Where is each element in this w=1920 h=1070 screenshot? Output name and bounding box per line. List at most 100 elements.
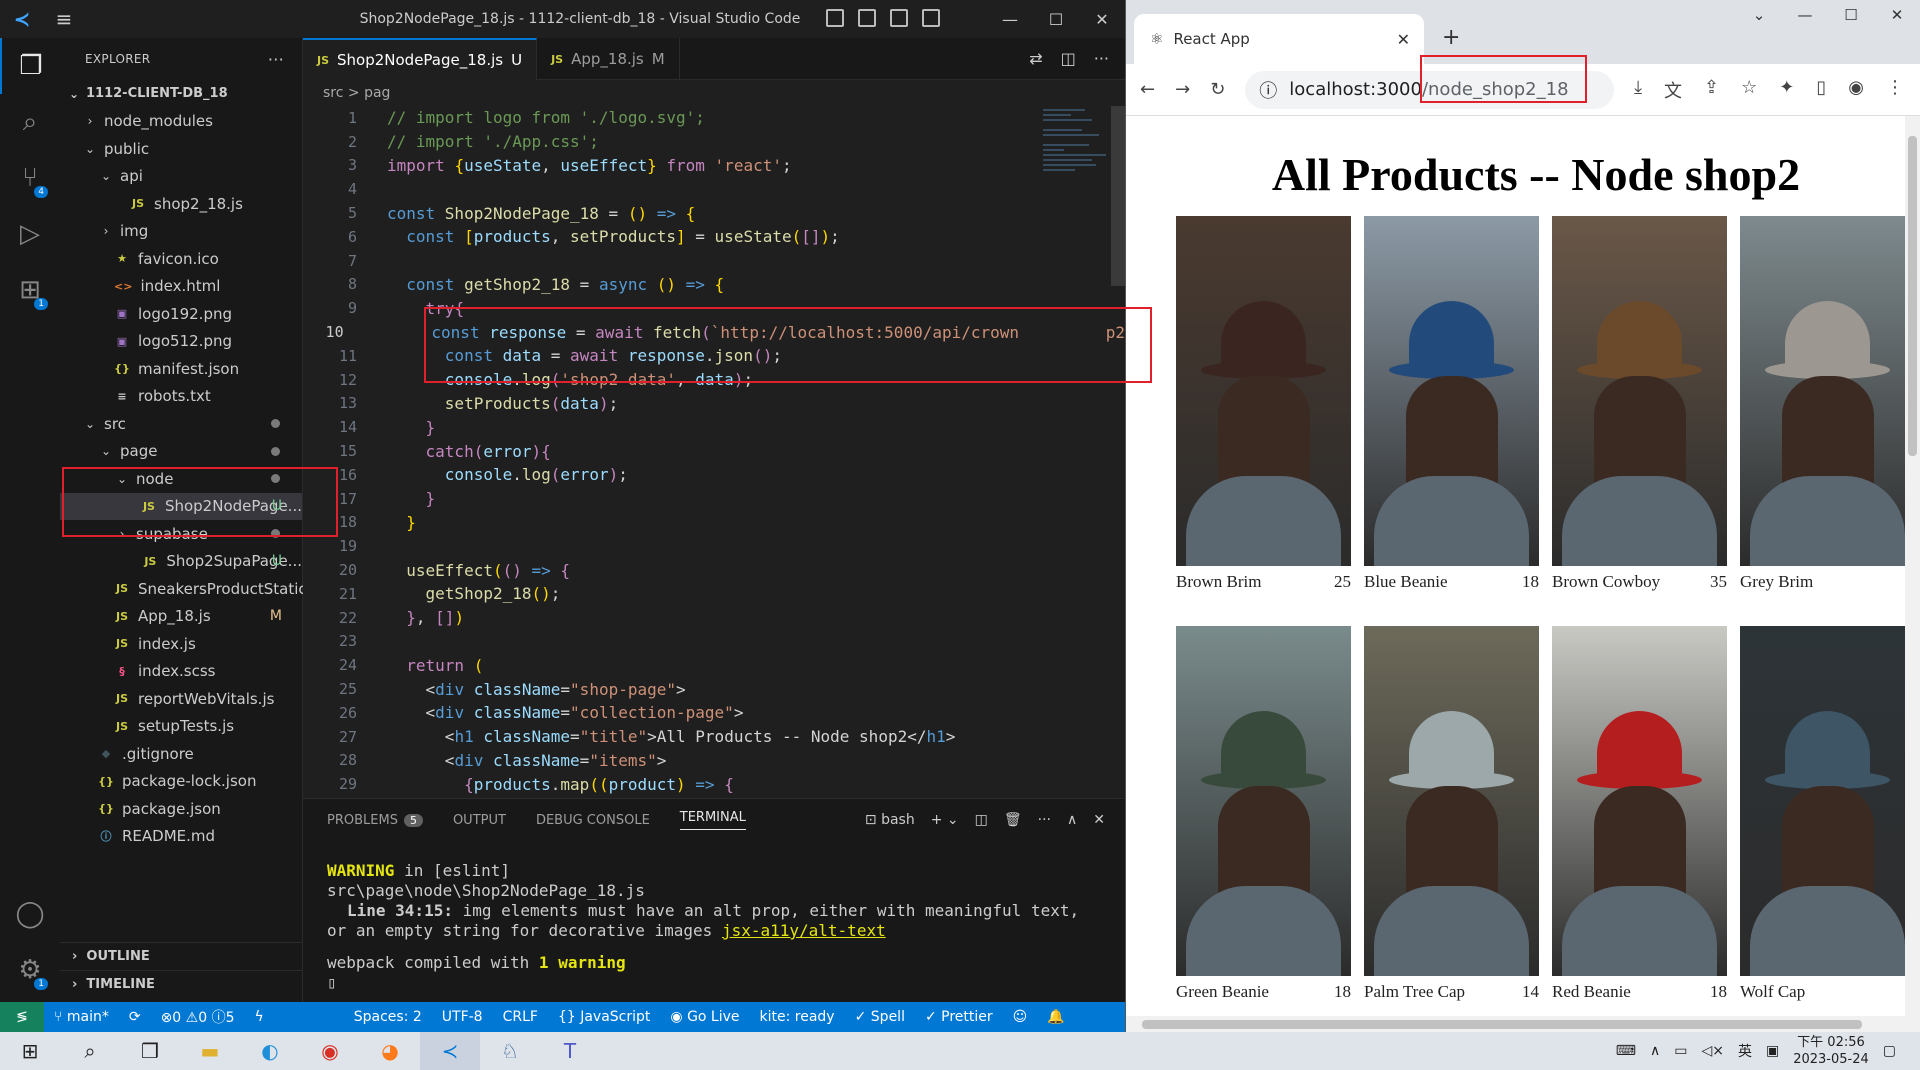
minimize-icon[interactable]: — — [1782, 6, 1828, 24]
tree-item[interactable]: ⌄ public — [60, 135, 302, 163]
tab-terminal[interactable]: TERMINAL — [679, 810, 746, 830]
tab-output[interactable]: OUTPUT — [453, 813, 506, 828]
tree-item[interactable]: JS Shop2SupaPage... U — [60, 548, 302, 576]
language-status[interactable]: {} JavaScript — [548, 1009, 660, 1025]
tree-item[interactable]: ⌄ api — [60, 163, 302, 191]
page-scrollbar[interactable] — [1905, 116, 1920, 1016]
kite-status[interactable]: kite: ready — [750, 1009, 845, 1025]
tree-item[interactable]: ◆ .gitignore — [60, 740, 302, 768]
code-editor[interactable]: 1 // import logo from './logo.svg'; 2 // im… — [303, 106, 1125, 798]
maximize-icon[interactable]: ☐ — [1828, 6, 1874, 24]
tree-item[interactable]: ⌄ src — [60, 410, 302, 438]
tree-item[interactable]: JS setupTests.js — [60, 713, 302, 741]
hamburger-menu-icon[interactable]: ≡ — [44, 7, 84, 31]
tab-debug-console[interactable]: DEBUG CONSOLE — [536, 813, 650, 828]
task-view-icon[interactable]: ❒ — [120, 1032, 180, 1070]
clock[interactable]: 下午 02:56 2023-05-24 — [1793, 1034, 1869, 1068]
spell-status[interactable]: ✓ Spell — [845, 1009, 915, 1025]
remote-icon[interactable]: ≶ — [0, 1002, 44, 1032]
tree-item[interactable]: § index.scss — [60, 658, 302, 686]
split-editor-icon[interactable]: ◫ — [1061, 49, 1076, 68]
prettier-status[interactable]: ✓ Prettier — [915, 1009, 1003, 1025]
browser-tab[interactable]: ⚛ React App ✕ — [1134, 14, 1424, 64]
product-card[interactable]: Blue Beanie 18 — [1364, 216, 1539, 596]
root-folder[interactable]: ⌄ 1112-CLIENT-DB_18 — [60, 80, 302, 108]
notifications-icon[interactable]: 🔔 — [1037, 1009, 1074, 1025]
translate-icon[interactable]: 文 — [1664, 77, 1682, 103]
volume-icon[interactable]: ◁× — [1701, 1043, 1724, 1059]
product-card[interactable]: Palm Tree Cap 14 — [1364, 626, 1539, 1006]
close-icon[interactable]: ✕ — [1874, 6, 1920, 24]
maximize-panel-icon[interactable]: ∧ — [1067, 812, 1077, 828]
outline-section[interactable]: › OUTLINE — [60, 942, 303, 970]
tree-item[interactable]: › node_modules — [60, 108, 302, 136]
search-icon[interactable]: ⌕ — [0, 94, 60, 150]
page-hscrollbar[interactable] — [1126, 1016, 1920, 1032]
tab-shop2nodepage[interactable]: JS Shop2NodePage_18.js U — [303, 38, 538, 80]
split-terminal-icon[interactable]: ◫ — [975, 812, 988, 828]
tab-search-icon[interactable]: ⌄ — [1736, 6, 1782, 24]
notification-center-icon[interactable]: ▢ — [1883, 1043, 1896, 1059]
toggle-secondary-sidebar-icon[interactable] — [890, 9, 908, 27]
spaces-status[interactable]: Spaces: 2 — [344, 1009, 432, 1025]
run-debug-icon[interactable]: ▷ — [0, 206, 60, 262]
editor-scrollbar[interactable] — [1111, 106, 1125, 286]
search-icon[interactable]: ⌕ — [60, 1032, 120, 1070]
menu-kebab-icon[interactable]: ⋮ — [1886, 77, 1904, 103]
encoding-status[interactable]: UTF-8 — [432, 1009, 493, 1025]
product-card[interactable]: Red Beanie 18 — [1552, 626, 1727, 1006]
profile-avatar[interactable]: ◉ — [1848, 77, 1864, 103]
minimize-icon[interactable]: — — [987, 0, 1033, 38]
terminal-output[interactable]: WARNING in [eslint] src\page\node\Shop2N… — [303, 841, 1125, 1013]
share-icon[interactable]: ⇪ — [1704, 77, 1719, 103]
product-card[interactable]: Wolf Cap — [1740, 626, 1906, 1006]
side-panel-icon[interactable]: ▯ — [1816, 77, 1826, 103]
tree-item[interactable]: JS SneakersProductStaticP... — [60, 575, 328, 603]
kill-terminal-icon[interactable]: 🗑 — [1004, 812, 1022, 828]
tree-item[interactable]: ▣ logo512.png — [60, 328, 302, 356]
customize-layout-icon[interactable] — [922, 9, 940, 27]
maximize-icon[interactable]: ☐ — [1033, 0, 1079, 38]
keyboard-icon[interactable]: ⌨ — [1616, 1043, 1636, 1059]
eslint-rule-link[interactable]: jsx-a11y/alt-text — [722, 921, 886, 940]
tree-item[interactable]: JS index.js — [60, 630, 302, 658]
ime-indicator[interactable]: 英 — [1738, 1041, 1752, 1061]
tree-item[interactable]: ★ favicon.ico — [60, 245, 302, 273]
problems-status[interactable]: ⊗0 ⚠0 ⓘ5 — [151, 1007, 245, 1027]
tree-item[interactable]: ⓘ README.md — [60, 823, 302, 851]
product-card[interactable]: Brown Cowboy 35 — [1552, 216, 1727, 596]
more-actions-icon[interactable]: ··· — [268, 50, 284, 69]
extensions-icon[interactable]: ⊞ 1 — [0, 262, 60, 318]
back-icon[interactable]: ← — [1140, 79, 1155, 100]
toggle-panel-icon[interactable] — [858, 9, 876, 27]
forward-icon[interactable]: → — [1175, 79, 1190, 100]
tree-item[interactable]: JS reportWebVitals.js — [60, 685, 302, 713]
firefox-icon[interactable]: ◕ — [360, 1032, 420, 1070]
tray-chevron-icon[interactable]: ∧ — [1650, 1043, 1660, 1059]
install-icon[interactable]: ⤓ — [1634, 77, 1642, 103]
tree-item[interactable]: ▣ logo192.png — [60, 300, 302, 328]
product-card[interactable]: Green Beanie 18 — [1176, 626, 1351, 1006]
reload-icon[interactable]: ↻ — [1210, 79, 1225, 100]
toggle-sidebar-icon[interactable] — [826, 9, 844, 27]
network-icon[interactable]: ▭ — [1674, 1043, 1687, 1059]
minimap[interactable] — [1043, 106, 1113, 226]
tree-item[interactable]: › img — [60, 218, 302, 246]
feedback-icon[interactable]: ☺ — [1003, 1009, 1038, 1025]
tree-item[interactable]: JS App_18.js M — [60, 603, 302, 631]
product-card[interactable]: Grey Brim2 — [1740, 216, 1906, 596]
product-card[interactable]: Brown Brim 25 — [1176, 216, 1351, 596]
ime-mode-icon[interactable]: ▣ — [1766, 1043, 1779, 1059]
tree-item[interactable]: JS shop2_18.js — [60, 190, 302, 218]
edge-icon[interactable]: ◐ — [240, 1032, 300, 1070]
tree-item[interactable]: {} package.json — [60, 795, 302, 823]
source-control-icon[interactable]: ⑂ 4 — [0, 150, 60, 206]
start-icon[interactable]: ⊞ — [0, 1032, 60, 1070]
chrome-icon[interactable]: ◉ — [300, 1032, 360, 1070]
postgres-icon[interactable]: ♘ — [480, 1032, 540, 1070]
bookmark-star-icon[interactable]: ☆ — [1741, 77, 1757, 103]
tab-problems[interactable]: PROBLEMS 5 — [327, 813, 423, 828]
tree-item[interactable]: <> index.html — [60, 273, 302, 301]
terminal-shell[interactable]: ⊡ bash — [865, 812, 915, 828]
eol-status[interactable]: CRLF — [493, 1009, 548, 1025]
